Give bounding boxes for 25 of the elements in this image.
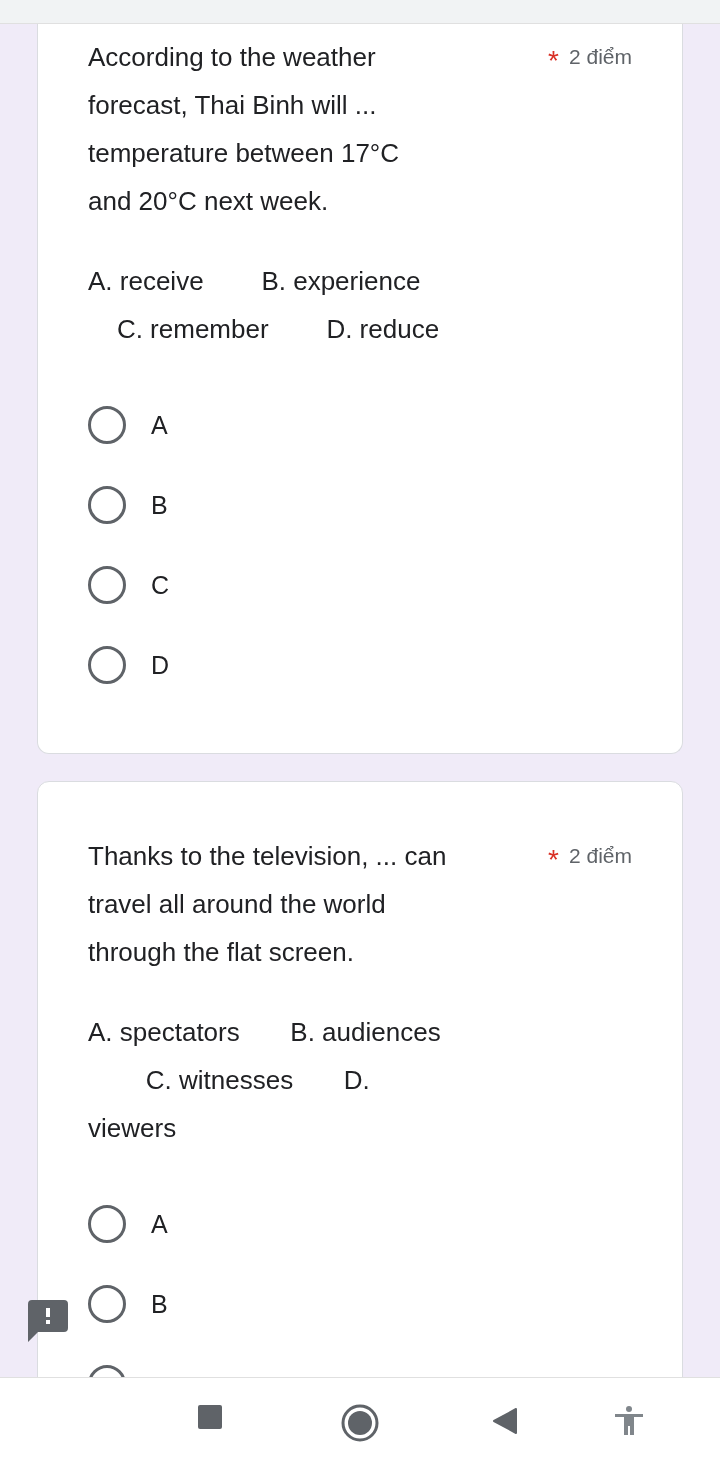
points-label: 2 điểm [568,844,632,868]
accessibility-icon[interactable] [614,1406,644,1436]
choice-label[interactable]: A [151,1209,168,1239]
choice-label[interactable]: D [151,650,170,680]
choice-label[interactable]: B [151,1289,168,1319]
feedback-icon[interactable] [28,1300,68,1342]
choice-label[interactable]: C [151,570,170,600]
options-text: A. receive B. experience C. remember D. reduce [88,265,441,346]
question-text: According to the weather forecast, Thai Binh will ... temperature between 17°C and 20°C next week. [88,41,400,218]
choice-label[interactable]: A [151,410,168,440]
question-text: Thanks to the television, ... can travel all around the world through the flat screen. [88,840,447,969]
required-mark: * [548,44,559,75]
radio-button[interactable] [88,486,126,524]
home-icon[interactable] [341,1404,379,1442]
radio-button[interactable] [88,566,126,604]
points-label: 2 điểm [568,45,632,69]
recent-apps-icon[interactable] [197,1404,223,1430]
radio-button[interactable] [88,406,126,444]
radio-button[interactable] [88,1205,126,1243]
back-icon[interactable] [492,1407,518,1435]
radio-button[interactable] [88,646,126,684]
options-text: A. spectators B. audiences C. witnesses D. viewers [88,1016,442,1145]
required-mark: * [548,843,559,874]
choice-label[interactable]: B [151,490,168,520]
radio-button[interactable] [88,1285,126,1323]
